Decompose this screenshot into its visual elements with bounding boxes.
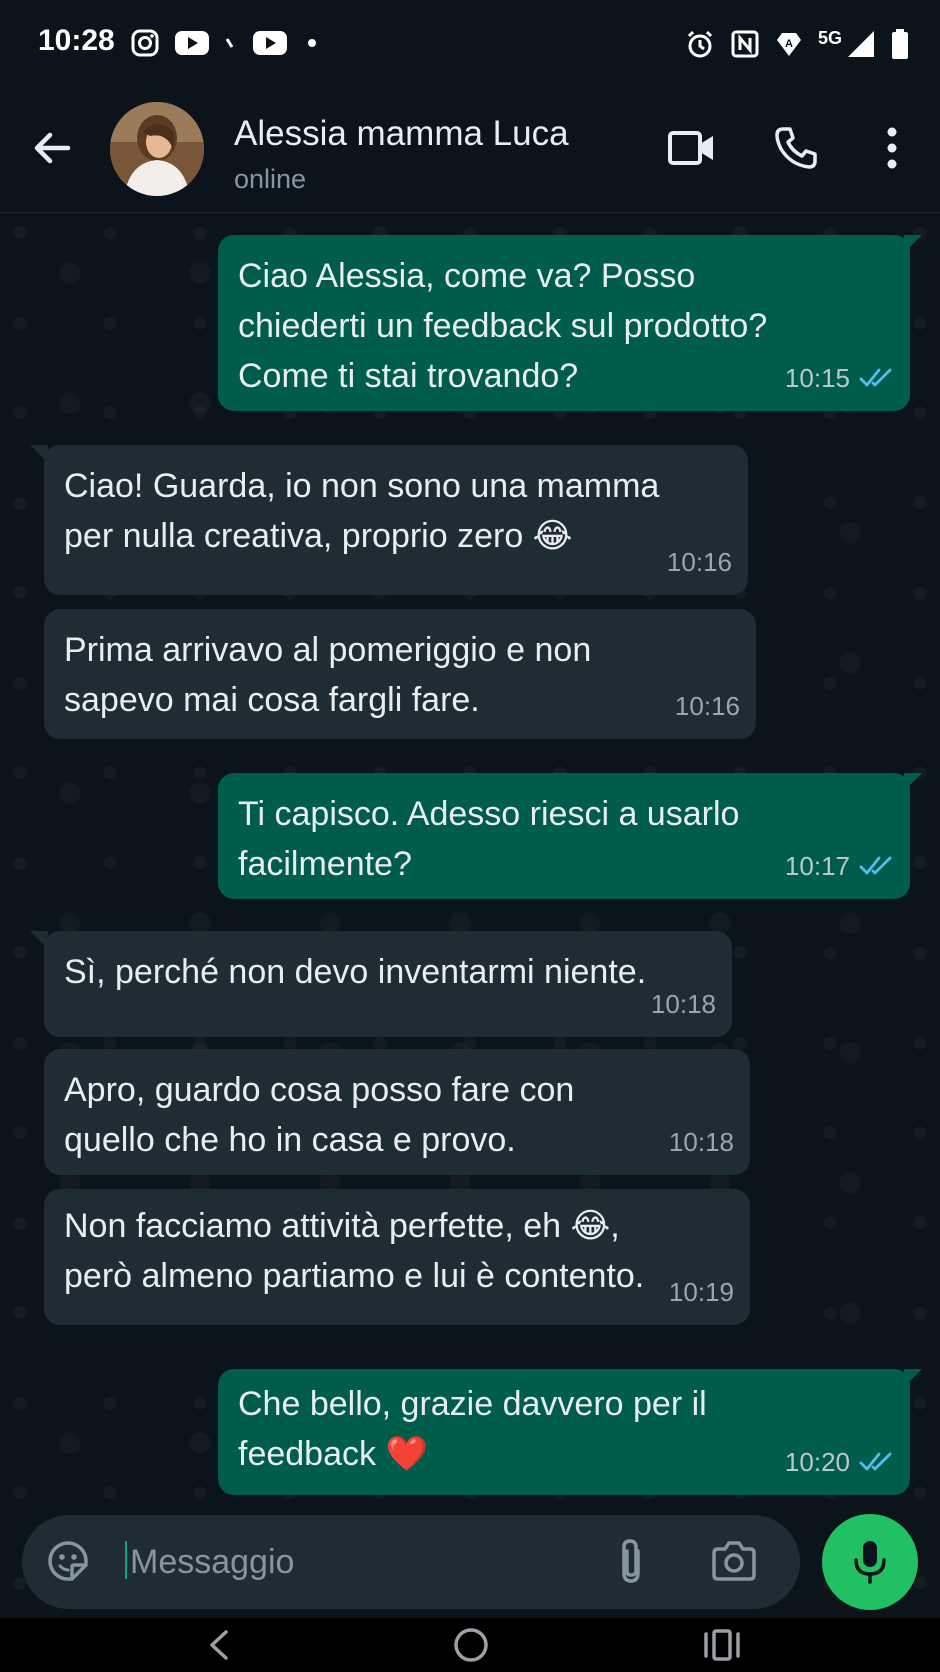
status-bar: 10:28 A 5G	[0, 0, 940, 88]
message-time: 10:15	[784, 363, 850, 393]
message-time: 10:20	[784, 1447, 850, 1477]
message-bubble-outgoing[interactable]: Ti capisco. Adesso riesci a usarlo facil…	[218, 773, 922, 899]
nav-recents-icon	[704, 1629, 740, 1661]
bubble-tail	[904, 773, 922, 791]
video-camera-icon	[668, 131, 713, 165]
bubble-tail	[904, 235, 922, 253]
battery-icon	[892, 29, 908, 59]
message-bubble-incoming[interactable]: Ciao! Guarda, io non sono una mamma per …	[30, 445, 748, 595]
voice-call-button[interactable]	[766, 118, 826, 178]
message-meta: 10:20	[785, 1437, 894, 1487]
double-check-read-icon	[859, 1452, 892, 1471]
message-time: 10:17	[784, 851, 850, 881]
message-bubble-incoming[interactable]: Non facciamo attività perfette, eh 😂, pe…	[44, 1189, 750, 1325]
status-time: 10:28	[38, 24, 115, 57]
message-time: 10:18	[668, 1127, 734, 1157]
message-text: Sì, perché non devo inventarmi niente.	[64, 953, 647, 991]
message-meta: 10:19	[669, 1267, 734, 1317]
bubble-tail	[30, 931, 48, 949]
bubble-tail	[904, 1369, 922, 1387]
phone-icon	[775, 127, 817, 169]
message-meta: 10:15	[785, 353, 894, 403]
message-bubble-outgoing[interactable]: Ciao Alessia, come va? Posso chiederti u…	[218, 235, 922, 411]
message-text: Non facciamo attività perfette, eh 😂, pe…	[64, 1207, 645, 1295]
missed-call-icon	[225, 38, 234, 48]
youtube-icon	[175, 31, 209, 55]
avatar[interactable]	[110, 102, 204, 196]
status-system-icons: A 5G	[684, 28, 910, 60]
alarm-icon	[687, 30, 713, 58]
youtube-icon-2	[253, 31, 287, 55]
message-meta: 10:16	[675, 681, 740, 731]
text-caret	[125, 1541, 127, 1579]
nfc-icon	[731, 30, 759, 58]
message-bubble-incoming[interactable]: Prima arrivavo al pomeriggio e non sapev…	[44, 609, 756, 739]
network-type-label: 5G	[817, 27, 842, 48]
message-bubble-incoming[interactable]: Sì, perché non devo inventarmi niente. 1…	[30, 931, 732, 1037]
message-meta: 10:18	[651, 979, 716, 1029]
nav-recents-button[interactable]	[702, 1628, 742, 1667]
message-time: 10:16	[666, 547, 732, 577]
signal-icon	[848, 31, 874, 57]
message-bubble-incoming[interactable]: Apro, guardo cosa posso fare con quello …	[44, 1049, 750, 1175]
nav-home-button[interactable]	[452, 1626, 490, 1669]
double-check-read-icon	[859, 368, 892, 387]
double-check-read-icon	[859, 856, 892, 875]
more-options-button[interactable]	[862, 118, 922, 178]
chat-area[interactable]: Ciao Alessia, come va? Posso chiederti u…	[0, 213, 940, 1618]
message-text: Ciao! Guarda, io non sono una mamma per …	[64, 467, 660, 555]
back-button[interactable]	[28, 124, 76, 172]
message-time: 10:18	[650, 989, 716, 1019]
nav-back-button[interactable]	[204, 1628, 234, 1667]
camera-button[interactable]	[710, 1539, 758, 1588]
voice-message-button[interactable]	[822, 1514, 918, 1610]
message-text: Apro, guardo cosa posso fare con quello …	[64, 1071, 575, 1159]
chat-header: Alessia mamma Luca online	[0, 88, 940, 213]
microphone-icon	[854, 1541, 886, 1584]
nav-back-icon	[210, 1630, 228, 1660]
camera-icon	[712, 1541, 756, 1581]
svg-text:A: A	[785, 38, 793, 50]
system-navigation-bar	[0, 1620, 940, 1672]
message-composer[interactable]: Messaggio	[22, 1515, 800, 1609]
vpn-icon: A	[776, 33, 801, 56]
sticker-button[interactable]	[44, 1537, 92, 1590]
message-meta: 10:17	[785, 841, 894, 891]
message-input[interactable]: Messaggio	[130, 1543, 294, 1582]
nav-home-icon	[454, 1628, 488, 1662]
message-meta: 10:18	[669, 1117, 734, 1167]
message-bubble-outgoing[interactable]: Che bello, grazie davvero per il feedbac…	[218, 1369, 922, 1495]
status-notification-icons	[130, 28, 322, 58]
back-arrow-icon	[34, 132, 71, 164]
paperclip-icon	[622, 1539, 640, 1583]
more-notifications-dot-icon	[308, 39, 316, 47]
message-meta: 10:16	[667, 537, 732, 587]
message-time: 10:16	[674, 691, 740, 721]
kebab-menu-icon	[887, 127, 897, 169]
instagram-icon	[131, 29, 159, 57]
message-text: Prima arrivavo al pomeriggio e non sapev…	[64, 631, 592, 719]
contact-name[interactable]: Alessia mamma Luca	[234, 114, 569, 154]
message-time: 10:19	[668, 1277, 734, 1307]
bubble-tail	[30, 445, 48, 463]
video-call-button[interactable]	[662, 118, 722, 178]
contact-photo	[110, 102, 204, 196]
contact-status: online	[234, 164, 307, 194]
sticker-icon	[48, 1541, 88, 1581]
attach-button[interactable]	[612, 1537, 652, 1592]
